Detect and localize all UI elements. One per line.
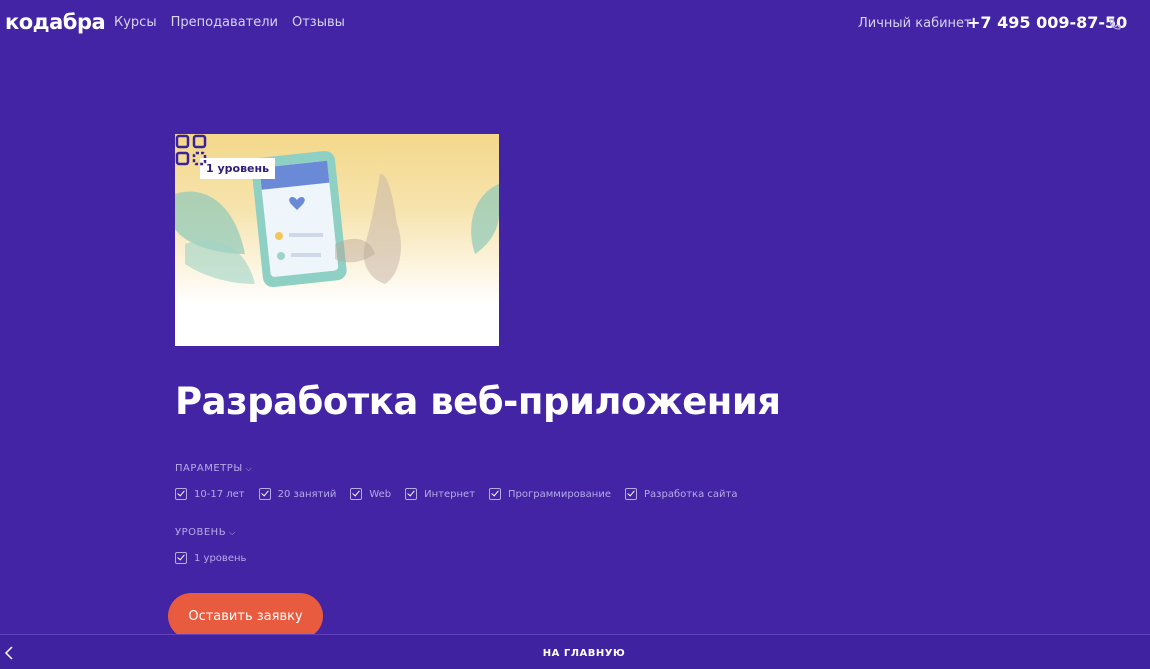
param-label: Разработка сайта (644, 488, 738, 500)
param-age[interactable]: 10-17 лет (175, 488, 245, 500)
param-label: Web (369, 488, 392, 500)
course-hero-image: 1 уровень (175, 134, 499, 346)
param-lessons[interactable]: 20 занятий (258, 488, 337, 500)
params-label-text: ПАРАМЕТРЫ (175, 463, 243, 474)
bottom-bar: НА ГЛАВНУЮ (0, 634, 1150, 669)
account-link[interactable]: Личный кабинет (858, 16, 972, 31)
params-label[interactable]: ПАРАМЕТРЫ ⌵ (175, 463, 252, 474)
chevron-down-icon: ⌵ (229, 528, 236, 537)
home-link[interactable]: НА ГЛАВНУЮ (0, 648, 1150, 659)
param-label: Интернет (424, 488, 476, 500)
checkbox-icon[interactable] (175, 552, 187, 564)
checkbox-icon[interactable] (489, 488, 502, 500)
level-label-text: УРОВЕНЬ (175, 527, 227, 538)
level-label[interactable]: УРОВЕНЬ ⌵ (175, 527, 236, 538)
param-label: 10-17 лет (194, 488, 245, 500)
checkbox-icon[interactable] (258, 488, 271, 500)
grid-icon (175, 134, 207, 166)
top-header: кодабра Курсы Преподаватели Отзывы Личны… (0, 0, 1150, 46)
phone-icon[interactable] (1108, 17, 1122, 31)
apply-button[interactable]: Оставить заявку (168, 593, 323, 639)
nav-courses[interactable]: Курсы (114, 15, 157, 30)
param-label: Программирование (508, 488, 611, 500)
chevron-down-icon: ⌵ (245, 464, 253, 473)
checkbox-icon[interactable] (175, 488, 187, 500)
level-badge: 1 уровень (200, 158, 276, 179)
param-web[interactable]: Web (350, 488, 391, 500)
course-title: Разработка веб-приложения (175, 380, 781, 423)
nav-teachers[interactable]: Преподаватели (171, 15, 278, 30)
checkbox-icon[interactable] (350, 488, 363, 500)
checkbox-icon[interactable] (625, 488, 637, 500)
level-item-label: 1 уровень (194, 552, 247, 564)
logo[interactable]: кодабра (5, 10, 106, 34)
param-programming[interactable]: Программирование (489, 488, 611, 500)
param-internet[interactable]: Интернет (405, 488, 475, 500)
param-label: 20 занятий (277, 488, 337, 500)
phone-number[interactable]: +7 495 009-87-50 (967, 13, 1127, 32)
nav-reviews[interactable]: Отзывы (292, 15, 345, 30)
param-web-dev[interactable]: Разработка сайта (625, 488, 738, 500)
main-nav: Курсы Преподаватели Отзывы (114, 15, 345, 30)
level-list: 1 уровень (175, 552, 246, 564)
params-list: 10-17 лет 20 занятий Web Интернет Програ… (175, 488, 738, 500)
checkbox-icon[interactable] (405, 488, 418, 500)
level-item[interactable]: 1 уровень (175, 552, 246, 564)
